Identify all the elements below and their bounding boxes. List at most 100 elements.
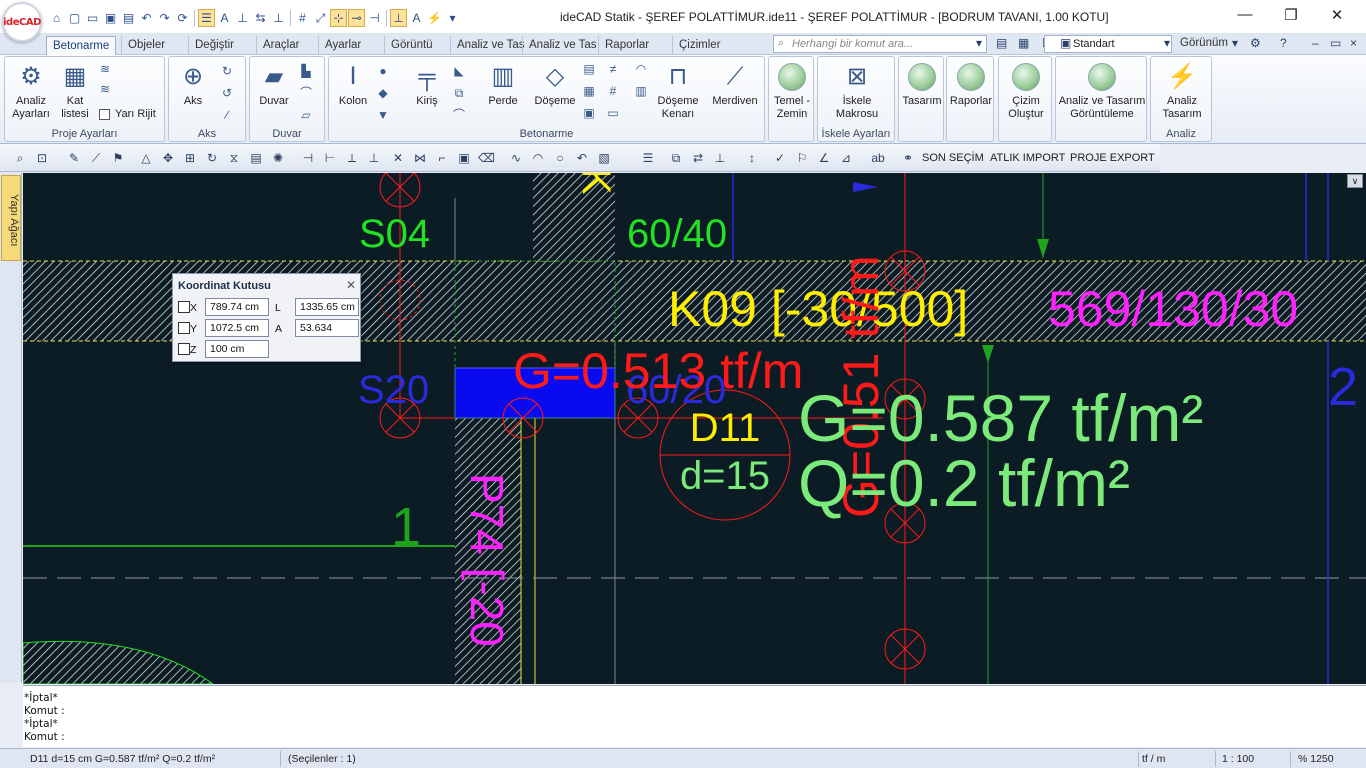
zoom-window-icon[interactable]: ⊡ <box>34 150 50 166</box>
tab-analiz-tasarim-1[interactable]: Analiz ve Tas <box>450 36 531 55</box>
rotate-axis-icon[interactable]: ↻ <box>219 63 235 79</box>
chamfer-icon[interactable]: ⌐ <box>434 150 450 166</box>
command-area[interactable]: *İptal* Komut : *İptal* Komut : <box>23 685 1366 747</box>
undo-icon[interactable]: ↶ <box>138 9 155 27</box>
y-checkbox[interactable] <box>178 322 190 334</box>
move-icon[interactable]: ⇆ <box>252 9 269 27</box>
beam-link-icon[interactable]: ⧉ <box>451 85 467 101</box>
z-field[interactable]: 100 cm <box>205 340 269 358</box>
tab-betonarme[interactable]: Betonarme <box>46 36 117 55</box>
perde-button[interactable]: ▥ Perde <box>481 61 525 108</box>
view-menu[interactable]: Görünüm <box>1180 37 1228 49</box>
brush-icon[interactable]: ⟋ <box>88 150 104 166</box>
filter-icon[interactable]: ⊿ <box>838 150 854 166</box>
pencil-icon[interactable]: ✎ <box>66 150 82 166</box>
check-icon[interactable]: ✓ <box>772 150 788 166</box>
yari-rijit-checkbox[interactable] <box>99 109 110 120</box>
explode-icon[interactable]: ✺ <box>270 150 286 166</box>
son-secim-button[interactable]: SON SEÇİM <box>922 152 984 164</box>
slab-grid-icon[interactable]: ▦ <box>581 83 597 99</box>
stretch-icon[interactable]: ⊥ <box>366 150 382 166</box>
line-axis-icon[interactable]: ∕ <box>219 107 235 123</box>
undo-draw-icon[interactable]: ↶ <box>574 150 590 166</box>
status-unit[interactable]: tf / m <box>1142 753 1165 765</box>
mark-icon[interactable]: ⚑ <box>110 150 126 166</box>
x-checkbox[interactable] <box>178 301 190 313</box>
join-icon[interactable]: ⋈ <box>412 150 428 166</box>
column-cap-icon[interactable]: ▼ <box>375 107 391 123</box>
move-cross-icon[interactable]: ✥ <box>160 150 176 166</box>
tab-raporlar[interactable]: Raporlar <box>598 36 655 55</box>
hatch-icon[interactable]: ▧ <box>596 150 612 166</box>
z-checkbox[interactable] <box>178 343 190 355</box>
kat-listesi-button[interactable]: ▦ Kat listesi <box>57 61 93 121</box>
x-field[interactable]: 789.74 cm <box>205 298 269 316</box>
eraser-icon[interactable]: ⌫ <box>478 150 495 166</box>
tab-araclar[interactable]: Araçlar <box>256 36 305 55</box>
array-icon[interactable]: ▤ <box>248 150 264 166</box>
layer-stack-icon[interactable]: ▦ <box>1018 36 1029 50</box>
canvas-collapse-button[interactable]: ∨ <box>1347 174 1363 188</box>
minimize-button[interactable]: — <box>1230 6 1260 26</box>
text-abc-icon[interactable]: ab <box>870 150 886 166</box>
tasarim-button[interactable]: Tasarım <box>901 61 943 108</box>
levels-small-icon[interactable]: ≋ <box>97 81 113 97</box>
layers-icon[interactable]: ☰ <box>198 9 215 27</box>
close-button[interactable]: ✕ <box>1322 6 1352 26</box>
wall-curve-icon[interactable]: ⌒ <box>298 85 314 101</box>
analiz-goruntuleme-button[interactable]: Analiz ve Tasarım Görüntüleme <box>1058 61 1146 121</box>
text-style-icon[interactable]: A <box>408 9 425 27</box>
snap-mid-icon[interactable]: ⊸ <box>348 9 365 27</box>
beam-type-icon[interactable]: ◣ <box>451 63 467 79</box>
maximize-button[interactable]: ❐ <box>1276 6 1306 26</box>
redo-icon[interactable]: ↷ <box>156 9 173 27</box>
raporlar-button[interactable]: Raporlar <box>949 61 993 108</box>
a-field[interactable]: 53.634 <box>295 319 359 337</box>
trim-icon[interactable]: ⊥ <box>270 9 287 27</box>
slab-waffle-icon[interactable]: # <box>605 83 621 99</box>
snap-perp-icon[interactable]: ⊣ <box>366 9 383 27</box>
slab-hatch-icon[interactable]: ▤ <box>581 61 597 77</box>
text-icon[interactable]: A <box>216 9 233 27</box>
ribbon-minimize-icon[interactable]: – <box>1312 36 1319 50</box>
match-icon[interactable]: ⇄ <box>690 150 706 166</box>
break-icon[interactable]: ✕ <box>390 150 406 166</box>
yapi-agaci-tab[interactable]: Yapı Ağacı <box>1 175 21 261</box>
kolon-button[interactable]: Ⅰ Kolon <box>333 61 373 108</box>
help-icon[interactable]: ? <box>1280 36 1287 50</box>
app-logo[interactable]: ideCAD <box>2 2 42 42</box>
ribbon-restore-icon[interactable]: ▭ <box>1330 36 1341 50</box>
measure-icon[interactable]: ⊥ <box>712 150 728 166</box>
analiz-ayarlari-button[interactable]: ⚙ Analiz Ayarları <box>9 61 53 121</box>
atlik-import-button[interactable]: ATLIK IMPORT <box>990 152 1065 164</box>
binoculars-icon[interactable]: ⚭ <box>900 150 916 166</box>
ribbon-close-icon[interactable]: × <box>1350 36 1357 50</box>
mirror-icon[interactable]: ⧖ <box>226 150 242 166</box>
column-shape-icon[interactable]: ◆ <box>375 85 391 101</box>
y-field[interactable]: 1072.5 cm <box>205 319 269 337</box>
slab-rib-icon[interactable]: ≠ <box>605 61 621 77</box>
duvar-button[interactable]: ▰ Duvar <box>254 61 294 108</box>
refresh-icon[interactable]: ⟳ <box>174 9 191 27</box>
aks-button[interactable]: ⊕ Aks <box>175 61 211 108</box>
home-icon[interactable]: ⌂ <box>48 9 65 27</box>
slab-edge-top-icon[interactable]: ◠ <box>633 61 649 77</box>
region-icon[interactable]: ▣ <box>456 150 472 166</box>
kiris-button[interactable]: ╤ Kiriş <box>405 61 449 108</box>
proje-export-button[interactable]: PROJE EXPORT <box>1070 152 1155 164</box>
command-search-input[interactable]: Herhangi bir komut ara... <box>773 35 987 53</box>
tab-goruntu[interactable]: Görüntü <box>384 36 439 55</box>
ortho-icon[interactable]: ⤢ <box>312 9 329 27</box>
drawing-svg[interactable]: S04 60/40 K K09 [-30/500] 569/130/30 S20… <box>23 173 1366 684</box>
status-zoom[interactable]: % 1250 <box>1298 753 1334 765</box>
cizim-olustur-button[interactable]: Çizim Oluştur <box>1001 61 1051 121</box>
view-dropdown-icon[interactable]: ▾ <box>1232 36 1238 50</box>
iskele-makrosu-button[interactable]: ⊠ İskele Makrosu <box>822 61 892 121</box>
stairs-small-icon[interactable]: ≋ <box>97 61 113 77</box>
extend-icon[interactable]: ⊢ <box>322 150 338 166</box>
tab-cizimler[interactable]: Çizimler <box>672 36 727 55</box>
status-scale[interactable]: 1 : 100 <box>1222 753 1254 765</box>
arc-axis-icon[interactable]: ↺ <box>219 85 235 101</box>
slab-edge-mid-icon[interactable]: ▥ <box>633 83 649 99</box>
l-field[interactable]: 1335.65 cm <box>295 298 359 316</box>
